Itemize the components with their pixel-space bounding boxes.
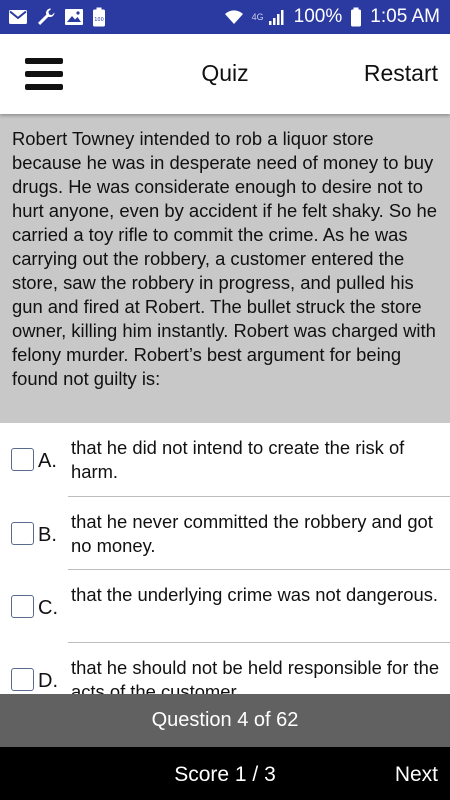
wifi-icon bbox=[224, 9, 244, 25]
status-bar: 100 4G 100% 1:05 AM bbox=[0, 0, 450, 34]
wrench-icon bbox=[36, 7, 56, 27]
answer-text: that he did not intend to create the ris… bbox=[71, 437, 405, 482]
battery-full-icon: 100 bbox=[92, 7, 106, 27]
status-notification-icons: 100 bbox=[8, 7, 106, 27]
hamburger-menu-icon[interactable] bbox=[25, 56, 63, 92]
answer-checkbox-d[interactable] bbox=[11, 668, 34, 691]
app-bar: Quiz Restart bbox=[0, 34, 450, 114]
svg-text:100: 100 bbox=[94, 17, 104, 23]
status-system-icons: 4G 100% 1:05 AM bbox=[224, 6, 440, 28]
quiz-screen: 100 4G 100% 1:05 AM Quiz Restart Robert … bbox=[0, 0, 450, 800]
battery-icon bbox=[350, 7, 362, 27]
answer-checkbox-a[interactable] bbox=[11, 448, 34, 471]
battery-percent: 100% bbox=[293, 6, 343, 27]
next-button[interactable]: Next bbox=[395, 763, 438, 787]
menu-bar-line bbox=[25, 58, 63, 64]
question-panel: Robert Towney intended to rob a liquor s… bbox=[0, 114, 450, 423]
mail-icon bbox=[8, 9, 28, 25]
score-label: Score 1 / 3 bbox=[174, 763, 276, 786]
answer-text: that the underlying crime was not danger… bbox=[71, 584, 439, 605]
answer-letter: A. bbox=[38, 450, 57, 472]
menu-bar-line bbox=[25, 71, 63, 77]
answer-checkbox-b[interactable] bbox=[11, 522, 34, 545]
network-type-label: 4G bbox=[251, 12, 264, 22]
clock: 1:05 AM bbox=[370, 6, 440, 27]
question-text: Robert Towney intended to rob a liquor s… bbox=[12, 128, 437, 389]
answer-list[interactable]: A. that he did not intend to create the … bbox=[0, 423, 450, 694]
answer-text: that he should not be held responsible f… bbox=[71, 657, 440, 694]
answer-option-b[interactable]: B. that he never committed the robbery a… bbox=[0, 497, 450, 570]
question-progress-label: Question 4 of 62 bbox=[151, 709, 299, 731]
question-progress: Question 4 of 62 bbox=[0, 694, 450, 747]
menu-bar-line bbox=[25, 84, 63, 90]
answer-option-d[interactable]: D. that he should not be held responsibl… bbox=[0, 643, 450, 694]
restart-button[interactable]: Restart bbox=[364, 60, 438, 87]
answer-letter: C. bbox=[38, 597, 58, 619]
bottom-bar: Score 1 / 3 Next bbox=[0, 747, 450, 800]
answer-letter: D. bbox=[38, 670, 58, 692]
answer-text: that he never committed the robbery and … bbox=[71, 511, 433, 556]
signal-icon bbox=[268, 8, 286, 26]
answer-checkbox-c[interactable] bbox=[11, 595, 34, 618]
image-icon bbox=[64, 8, 84, 26]
answer-letter: B. bbox=[38, 524, 57, 546]
answer-option-a[interactable]: A. that he did not intend to create the … bbox=[0, 423, 450, 496]
answer-option-c[interactable]: C. that the underlying crime was not dan… bbox=[0, 570, 450, 643]
